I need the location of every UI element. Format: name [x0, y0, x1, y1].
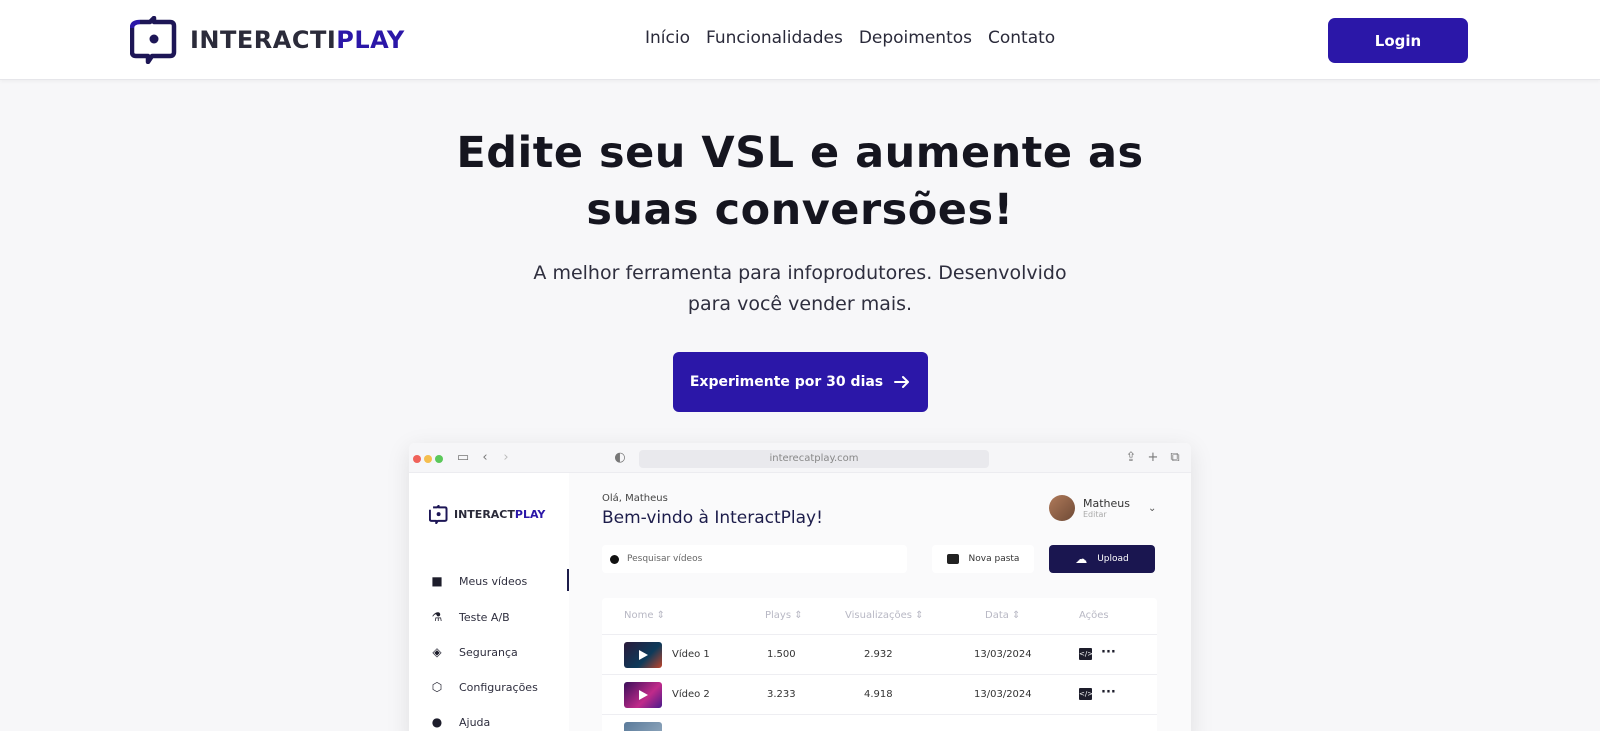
main-nav: Início Funcionalidades Depoimentos Conta… — [645, 28, 1055, 48]
user-info: Matheus Editar — [1083, 497, 1130, 519]
new-folder-label: Nova pasta — [968, 554, 1020, 564]
tabs-overview-icon: ⧉ — [1170, 450, 1180, 465]
embed-code-icon[interactable]: </> — [1079, 648, 1093, 660]
greeting: Olá, Matheus — [602, 493, 668, 504]
video-views: 4.918 — [864, 689, 893, 700]
upload-button[interactable]: ☁ Upload — [1049, 545, 1155, 573]
hero-subtitle: A melhor ferramenta para infoprodutores.… — [533, 262, 1067, 315]
sidebar-item-label: Meus vídeos — [459, 574, 528, 588]
url-bar: interecatplay.com — [639, 450, 989, 468]
more-options-icon[interactable]: ··· — [1101, 645, 1116, 660]
play-icon — [639, 690, 648, 700]
sidebar-logo: INTERACTPLAY — [429, 505, 545, 524]
table-row[interactable] — [602, 714, 1157, 731]
cta-trial-button[interactable]: Experimente por 30 dias — [673, 352, 928, 412]
navbar: INTERACTIPLAY Início Funcionalidades Dep… — [0, 0, 1600, 80]
window-close-dot — [413, 455, 421, 463]
sidebar-item-ajuda[interactable]: ● Ajuda — [429, 715, 491, 729]
video-views: 2.932 — [864, 649, 893, 660]
column-header-nome[interactable]: Nome ⇕ — [624, 610, 665, 621]
app-sidebar: INTERACTPLAY ■ Meus vídeos ⚗ Teste A/B ◈… — [409, 473, 569, 731]
login-button[interactable]: Login — [1328, 18, 1468, 63]
video-thumbnail[interactable] — [624, 682, 662, 708]
video-plays: 1.500 — [767, 649, 796, 660]
sidebar-logo-text: INTERACTPLAY — [454, 508, 546, 521]
help-icon: ● — [431, 715, 443, 729]
user-name: Matheus — [1083, 497, 1130, 510]
logo-icon — [429, 505, 448, 524]
user-menu[interactable]: Matheus Editar ⌄ — [1049, 495, 1156, 521]
sidebar-item-meus-videos[interactable]: ■ Meus vídeos — [429, 574, 527, 588]
column-header-data[interactable]: Data ⇕ — [985, 610, 1020, 621]
video-date: 13/03/2024 — [974, 649, 1032, 660]
sidebar-item-label: Teste A/B — [459, 610, 510, 624]
shield-icon: ◈ — [432, 645, 442, 659]
search-icon — [610, 554, 619, 564]
column-header-plays[interactable]: Plays ⇕ — [765, 610, 803, 621]
column-header-acoes: Ações — [1079, 610, 1109, 621]
video-thumbnail[interactable] — [624, 722, 662, 731]
sidebar-toggle-icon: ▭ — [456, 450, 470, 465]
app-preview-mockup: ▭ ‹ › ◐ interecatplay.com ⇪ + ⧉ INTERACT… — [409, 443, 1191, 731]
chevron-down-icon: ⌄ — [1148, 502, 1157, 514]
folder-icon — [946, 554, 959, 564]
nav-link-depoimentos[interactable]: Depoimentos — [859, 28, 972, 48]
share-icon: ⇪ — [1125, 450, 1137, 465]
embed-code-icon[interactable]: </> — [1079, 688, 1093, 700]
sidebar-item-configuracoes[interactable]: ⬡ Configurações — [429, 680, 538, 694]
hero-title: Edite seu VSL e aumente as suas conversõe… — [456, 128, 1144, 235]
arrow-right-icon — [894, 376, 910, 388]
video-plays: 3.233 — [767, 689, 796, 700]
video-name: Vídeo 1 — [672, 649, 710, 660]
cloud-upload-icon: ☁ — [1075, 552, 1088, 566]
nav-link-contato[interactable]: Contato — [988, 28, 1055, 48]
brand-name: INTERACTIPLAY — [190, 26, 405, 54]
video-camera-icon: ■ — [431, 574, 443, 588]
forward-icon: › — [503, 450, 509, 465]
user-edit-link[interactable]: Editar — [1083, 510, 1130, 519]
sidebar-item-label: Configurações — [459, 680, 538, 694]
column-header-visualizacoes[interactable]: Visualizações ⇕ — [845, 610, 924, 621]
cta-label: Experimente por 30 dias — [689, 374, 884, 390]
search-placeholder: Pesquisar vídeos — [627, 554, 703, 564]
sidebar-item-label: Segurança — [459, 645, 518, 659]
upload-label: Upload — [1097, 554, 1129, 564]
logo-icon — [130, 16, 177, 64]
browser-toolbar: ▭ ‹ › ◐ interecatplay.com ⇪ + ⧉ — [409, 443, 1191, 473]
nav-link-funcionalidades[interactable]: Funcionalidades — [706, 28, 843, 48]
nav-link-inicio[interactable]: Início — [645, 28, 690, 48]
table-row[interactable]: Vídeo 1 1.500 2.932 13/03/2024 </> ··· — [602, 634, 1157, 674]
sidebar-item-seguranca[interactable]: ◈ Segurança — [429, 645, 518, 659]
new-folder-button[interactable]: Nova pasta — [932, 545, 1034, 573]
app-main: Olá, Matheus Bem-vindo à InteractPlay! M… — [569, 473, 1191, 731]
search-input[interactable]: Pesquisar vídeos — [602, 545, 907, 573]
back-icon: ‹ — [482, 450, 488, 465]
video-name: Vídeo 2 — [672, 689, 710, 700]
avatar — [1049, 495, 1075, 521]
window-minimize-dot — [424, 455, 432, 463]
flask-icon: ⚗ — [431, 610, 443, 624]
more-options-icon[interactable]: ··· — [1101, 685, 1116, 700]
sidebar-item-label: Ajuda — [459, 715, 491, 729]
window-maximize-dot — [435, 455, 443, 463]
sidebar-item-teste-ab[interactable]: ⚗ Teste A/B — [429, 610, 510, 624]
play-icon — [639, 650, 648, 660]
gear-icon: ⬡ — [431, 680, 443, 694]
brand-logo[interactable]: INTERACTIPLAY — [130, 16, 405, 64]
video-date: 13/03/2024 — [974, 689, 1032, 700]
welcome-title: Bem-vindo à InteractPlay! — [602, 508, 823, 528]
videos-table: Nome ⇕ Plays ⇕ Visualizações ⇕ Data ⇕ Aç… — [602, 598, 1157, 731]
table-row[interactable]: Vídeo 2 3.233 4.918 13/03/2024 </> ··· — [602, 674, 1157, 714]
privacy-shield-icon: ◐ — [614, 450, 626, 465]
video-thumbnail[interactable] — [624, 642, 662, 668]
new-tab-icon: + — [1147, 450, 1159, 465]
